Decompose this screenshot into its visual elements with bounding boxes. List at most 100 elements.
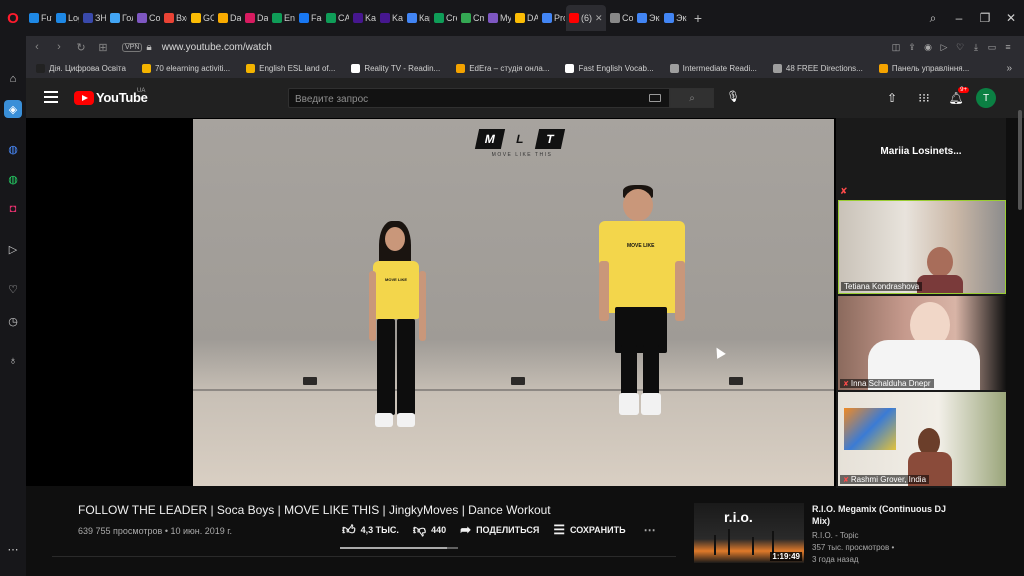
maximize-button[interactable]: ❐ xyxy=(972,11,998,25)
instagram-icon[interactable]: ◘ xyxy=(4,200,22,218)
search-input[interactable] xyxy=(289,90,629,109)
bookmarks-more-button[interactable]: » xyxy=(1006,63,1024,74)
bookmark-favicon-icon xyxy=(36,63,45,73)
microphone-icon[interactable]: 🎙︎ xyxy=(726,90,740,106)
tab-favicon-icon xyxy=(56,13,66,23)
tab[interactable]: Log xyxy=(53,5,79,31)
tab[interactable]: ЗНО xyxy=(80,5,106,31)
panel-scrollbar[interactable] xyxy=(1018,110,1022,210)
participant-name: Tetiana Kondrashova xyxy=(841,282,923,291)
bookmark-item[interactable]: Intermediate Readi... xyxy=(669,63,757,73)
video-player[interactable]: M L T MOVE LIKE THIS MOVE LIKE MOVE LIKE xyxy=(26,118,836,486)
upload-icon[interactable]: ⇧ xyxy=(876,91,908,105)
tab[interactable]: Fac xyxy=(296,5,322,31)
video-frame[interactable]: M L T MOVE LIKE THIS MOVE LIKE MOVE LIKE xyxy=(193,119,834,486)
tab[interactable]: DAY xyxy=(512,5,538,31)
tab[interactable]: Cre xyxy=(431,5,457,31)
home-icon[interactable]: ⌂ xyxy=(4,70,22,88)
tab[interactable]: Fut xyxy=(26,5,52,31)
bookmark-item[interactable]: EdEra – студія онла... xyxy=(456,63,549,73)
tab[interactable]: Экс xyxy=(661,5,687,31)
battery-icon[interactable]: ▭ xyxy=(984,42,1000,53)
apps-grid-icon[interactable]: ⁝⁝⁝ xyxy=(908,91,940,105)
menu-icon[interactable]: ≡ xyxy=(1000,42,1016,53)
tab[interactable]: Col xyxy=(134,5,160,31)
tab-favicon-icon xyxy=(83,13,93,23)
download-icon[interactable]: ⤓ xyxy=(968,42,984,53)
new-tab-button[interactable]: + xyxy=(688,10,708,26)
tab[interactable]: Экс xyxy=(634,5,660,31)
like-button[interactable]: 👍︎ 4,3 ТЫС. xyxy=(342,522,399,538)
sidebar-more-icon[interactable]: ⋯ xyxy=(4,540,22,558)
bookmark-item[interactable]: 48 FREE Directions... xyxy=(772,63,863,73)
back-icon[interactable]: ‹ xyxy=(26,41,48,53)
play-icon[interactable]: ▷ xyxy=(936,42,952,53)
messenger-icon[interactable]: ◍ xyxy=(4,140,22,158)
bookmark-item[interactable]: 70 elearning activiti... xyxy=(141,63,230,73)
bookmark-favicon-icon xyxy=(351,63,361,73)
search-button[interactable]: ⌕ xyxy=(670,88,714,108)
recommended-thumbnail[interactable]: r.i.o. 1:19:49 xyxy=(694,503,804,563)
thumbs-up-icon: 👍︎ xyxy=(342,522,356,537)
tab-favicon-icon xyxy=(488,13,498,23)
tab[interactable]: Das xyxy=(242,5,268,31)
participant-tile[interactable]: ✘ Inna Schalduha Dnepr xyxy=(838,296,1006,390)
tab[interactable]: GO xyxy=(188,5,214,31)
bookmark-item[interactable]: Панель управління... xyxy=(878,63,969,73)
bookmark-item[interactable]: Дія. Цифрова Освіта xyxy=(36,63,126,73)
tips-icon[interactable]: ♁ xyxy=(4,352,22,370)
tab-active[interactable]: (6) ✕ xyxy=(566,5,606,31)
tab[interactable]: CAI xyxy=(323,5,349,31)
floor-light xyxy=(729,377,743,385)
notifications-bell-icon[interactable]: 🔔︎ 9+ xyxy=(940,87,972,105)
hamburger-menu-icon[interactable] xyxy=(44,91,58,103)
shield-icon[interactable]: ◉ xyxy=(920,42,936,53)
search-tabs-icon[interactable]: ⌕ xyxy=(920,11,946,26)
player-icon[interactable]: ▷ xyxy=(4,240,22,258)
recommended-channel[interactable]: R.I.O. - Topic xyxy=(812,531,859,540)
camera-icon[interactable]: ◫ xyxy=(888,42,904,53)
tab[interactable]: Гол xyxy=(107,5,133,31)
heart-icon[interactable]: ♡ xyxy=(952,42,968,53)
reload-icon[interactable]: ↻ xyxy=(70,41,92,54)
tab-label: Вхо xyxy=(176,13,187,23)
save-button[interactable]: ☰ СОХРАНИТЬ xyxy=(553,522,625,538)
bookmark-item[interactable]: English ESL land of... xyxy=(246,63,335,73)
history-icon[interactable]: ◷ xyxy=(4,312,22,330)
keyboard-icon[interactable] xyxy=(649,94,661,102)
tab[interactable]: Кар xyxy=(404,5,430,31)
bookmark-item[interactable]: Fast English Vocab... xyxy=(565,63,654,73)
close-window-button[interactable]: ✕ xyxy=(998,11,1024,25)
tab[interactable]: My xyxy=(485,5,511,31)
speed-dial-icon[interactable]: ◈ xyxy=(4,100,22,118)
share-button[interactable]: ➦ ПОДЕЛИТЬСЯ xyxy=(460,522,539,538)
dislike-button[interactable]: 👎︎ 440 xyxy=(413,522,446,538)
mlt-logo: M L T MOVE LIKE THIS xyxy=(474,129,567,158)
bookmark-item[interactable]: Reality TV - Readin... xyxy=(351,63,440,73)
participant-tile[interactable]: Tetiana Kondrashova xyxy=(838,200,1006,294)
recommended-title[interactable]: R.I.O. Megamix (Continuous DJ Mix) xyxy=(812,503,952,527)
minimize-button[interactable]: – xyxy=(946,11,972,25)
url-field[interactable]: www.youtube.com/watch xyxy=(162,42,272,53)
tab-label: My xyxy=(500,13,511,23)
forward-icon[interactable]: › xyxy=(48,41,70,53)
avatar[interactable]: T xyxy=(976,88,996,108)
tab[interactable]: Вхо xyxy=(161,5,187,31)
tab-close-icon[interactable]: ✕ xyxy=(595,13,603,24)
tab[interactable]: Col xyxy=(607,5,633,31)
opera-menu-icon[interactable]: O xyxy=(0,0,26,36)
tab[interactable]: Pro xyxy=(539,5,565,31)
tab[interactable]: Ene xyxy=(269,5,295,31)
tab[interactable]: Day xyxy=(215,5,241,31)
whatsapp-icon[interactable]: ◍ xyxy=(4,170,22,188)
vpn-badge[interactable]: VPN xyxy=(122,42,143,52)
favorites-icon[interactable]: ♡ xyxy=(4,280,22,298)
tab[interactable]: Cm xyxy=(458,5,484,31)
tabs-grid-icon[interactable]: ⊞ xyxy=(92,41,114,54)
share-icon[interactable]: ⇪ xyxy=(904,42,920,53)
participant-tile[interactable]: ✘ Rashmi Grover, India xyxy=(838,392,1006,486)
tab[interactable]: Kah xyxy=(350,5,376,31)
recommended-video[interactable]: r.i.o. 1:19:49 R.I.O. Megamix (Continuou… xyxy=(694,503,954,573)
tab[interactable]: Kah xyxy=(377,5,403,31)
more-actions-icon[interactable]: ⋯ xyxy=(644,523,656,537)
